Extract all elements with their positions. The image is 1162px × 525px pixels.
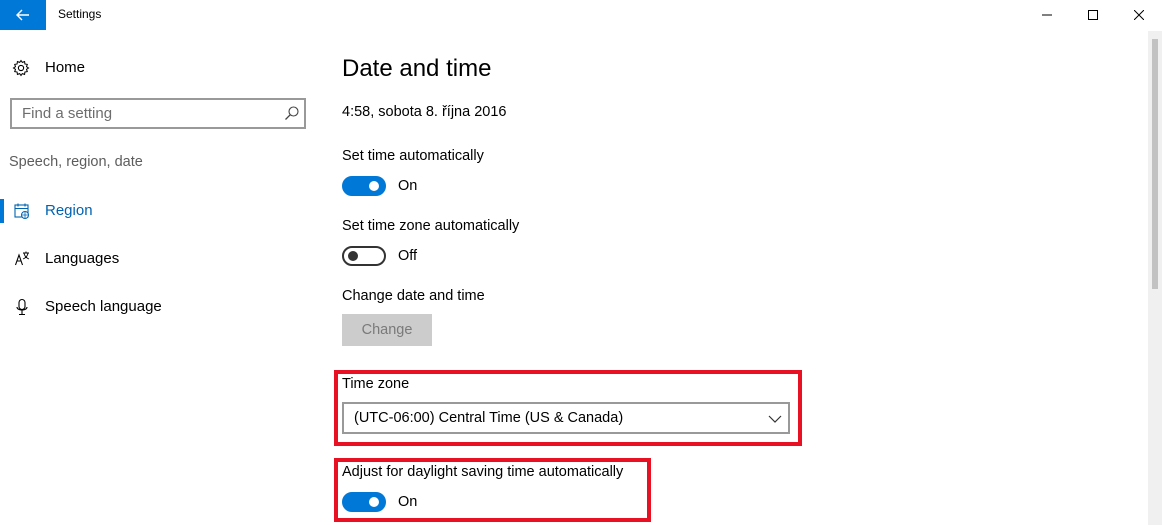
daylight-toggle[interactable] xyxy=(342,492,386,512)
close-button[interactable] xyxy=(1116,0,1162,30)
app-title: Settings xyxy=(58,7,102,21)
page-title: Date and time xyxy=(342,55,492,82)
search-box[interactable] xyxy=(10,98,306,129)
toggle-knob xyxy=(348,251,358,261)
toggle-knob xyxy=(369,181,379,191)
arrow-left-icon xyxy=(16,9,29,21)
sidebar: Home Speech, region, date Region Languag… xyxy=(0,31,320,525)
search-icon[interactable] xyxy=(284,105,300,121)
close-icon xyxy=(1134,10,1144,20)
time-zone-label: Time zone xyxy=(342,376,410,392)
sidebar-item-label: Home xyxy=(45,59,86,76)
chevron-down-icon xyxy=(768,415,782,423)
scrollbar[interactable] xyxy=(1148,31,1162,525)
set-timezone-auto-state: Off xyxy=(398,248,418,264)
time-zone-value: (UTC-06:00) Central Time (US & Canada) xyxy=(354,410,624,426)
search-input[interactable] xyxy=(12,100,277,127)
region-calendar-icon xyxy=(14,203,29,219)
sidebar-item-label: Languages xyxy=(45,250,120,267)
toggle-knob xyxy=(369,497,379,507)
set-timezone-auto-label: Set time zone automatically xyxy=(342,218,520,234)
daylight-label: Adjust for daylight saving time automati… xyxy=(342,464,624,480)
main-content: Date and time 4:58, sobota 8. října 2016… xyxy=(320,31,1148,525)
gear-icon xyxy=(12,59,30,77)
daylight-state: On xyxy=(398,494,418,510)
maximize-icon xyxy=(1088,10,1098,20)
set-time-auto-toggle[interactable] xyxy=(342,176,386,196)
change-date-label: Change date and time xyxy=(342,288,485,304)
title-bar: Settings xyxy=(0,0,1162,31)
section-label: Speech, region, date xyxy=(9,154,143,170)
sidebar-item-region[interactable]: Region xyxy=(0,195,320,227)
sidebar-item-label: Region xyxy=(45,202,93,219)
back-button[interactable] xyxy=(0,0,46,30)
minimize-button[interactable] xyxy=(1024,0,1070,30)
sidebar-item-home[interactable]: Home xyxy=(0,53,320,83)
set-time-auto-state: On xyxy=(398,178,418,194)
active-indicator xyxy=(0,199,4,223)
set-time-auto-label: Set time automatically xyxy=(342,148,484,164)
current-time: 4:58, sobota 8. října 2016 xyxy=(342,104,507,120)
microphone-icon xyxy=(16,298,28,316)
sidebar-item-label: Speech language xyxy=(45,298,162,315)
set-timezone-auto-toggle[interactable] xyxy=(342,246,386,266)
minimize-icon xyxy=(1042,14,1052,16)
scrollbar-thumb[interactable] xyxy=(1152,39,1158,289)
sidebar-item-languages[interactable]: Languages xyxy=(0,243,320,275)
maximize-button[interactable] xyxy=(1070,0,1116,30)
sidebar-item-speech-language[interactable]: Speech language xyxy=(0,291,320,323)
change-button[interactable]: Change xyxy=(342,314,432,346)
languages-icon xyxy=(14,251,30,266)
time-zone-dropdown[interactable]: (UTC-06:00) Central Time (US & Canada) xyxy=(342,402,790,434)
